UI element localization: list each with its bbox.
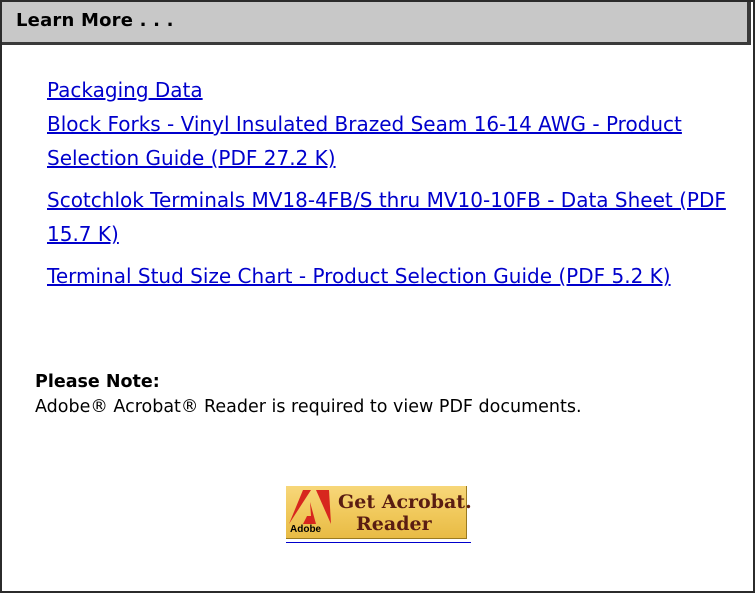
- link-packaging-data[interactable]: Packaging Data: [47, 73, 727, 107]
- learn-more-panel: Learn More . . . Packaging Data Block Fo…: [0, 0, 755, 593]
- acrobat-badge: Adobe Get Acrobat. Reader: [286, 486, 472, 539]
- badge-line-get-acrobat: Get Acrobat.: [338, 491, 472, 513]
- get-acrobat-reader-button[interactable]: Adobe Get Acrobat. Reader: [286, 486, 472, 543]
- link-terminal-stud-chart[interactable]: Terminal Stud Size Chart - Product Selec…: [47, 259, 727, 293]
- adobe-logo-icon: [289, 490, 331, 524]
- panel-title: Learn More . . .: [16, 10, 174, 31]
- panel-header: Learn More . . .: [2, 2, 751, 45]
- link-block-forks-guide[interactable]: Block Forks - Vinyl Insulated Brazed Sea…: [47, 107, 727, 175]
- note-label: Please Note:: [35, 372, 160, 392]
- pdf-note: Please Note: Adobe® Acrobat® Reader is r…: [35, 370, 735, 420]
- link-scotchlok-data-sheet[interactable]: Scotchlok Terminals MV18-4FB/S thru MV10…: [47, 183, 727, 251]
- badge-line-reader: Reader: [356, 513, 432, 535]
- note-text: Adobe® Acrobat® Reader is required to vi…: [35, 397, 582, 417]
- resource-links-list: Packaging Data Block Forks - Vinyl Insul…: [47, 73, 727, 301]
- adobe-brand-label: Adobe: [290, 524, 322, 535]
